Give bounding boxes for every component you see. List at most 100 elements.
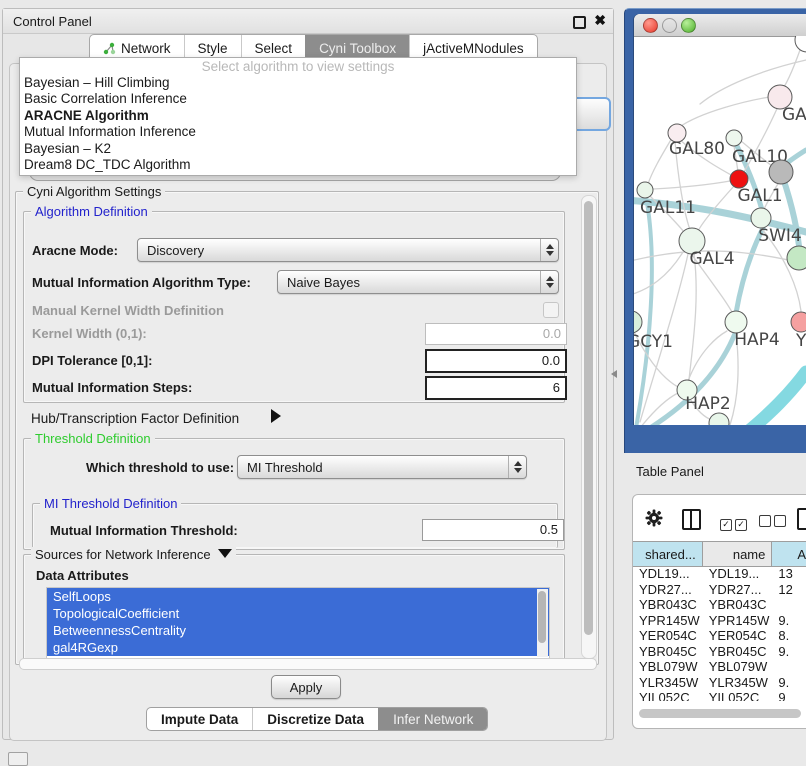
table-cell: YER054C [633,628,703,644]
column-header-2[interactable]: name [703,542,773,566]
node-label: GAL [782,105,806,125]
attribute-item-selected[interactable]: BetweennessCentrality [47,622,549,639]
apply-button[interactable]: Apply [271,675,341,699]
network-edge[interactable] [689,254,696,380]
stepper-icon [540,271,558,293]
column-header-1[interactable]: shared... [633,542,703,566]
attribute-item-selected[interactable]: TopologicalCoefficient [47,605,549,622]
table-cell: YBR043C [633,597,703,613]
data-attributes-list[interactable]: SelfLoops TopologicalCoefficient Between… [46,587,550,659]
close-traffic-light-icon[interactable] [643,18,658,33]
settings-horizontal-scrollbar[interactable] [19,658,597,670]
network-edge[interactable] [750,372,806,425]
network-node-gal11[interactable] [637,182,653,198]
sources-group-title: Sources for Network Inference [31,547,236,562]
settings-vertical-scrollbar[interactable] [581,195,597,659]
manual-kernel-checkbox[interactable] [543,302,559,318]
expand-arrow-icon[interactable] [271,409,281,423]
aracne-mode-combo[interactable]: Discovery [137,238,559,262]
table-horizontal-scrollbar[interactable] [639,709,801,718]
table-cell: 12 [772,582,806,598]
algorithm-option[interactable]: Bayesian – K2 [20,141,576,157]
table-cell: 8. [772,628,806,644]
network-node-swi4[interactable] [751,208,771,228]
network-node[interactable] [787,246,806,270]
algorithm-option[interactable]: Basic Correlation Inference [20,91,576,107]
which-threshold-combo[interactable]: MI Threshold [237,455,527,479]
manual-kernel-label: Manual Kernel Width Definition [32,303,224,318]
table-cell [772,659,806,675]
tab-infer-network[interactable]: Infer Network [378,708,487,730]
algorithm-option-highlighted[interactable]: ARACNE Algorithm [20,108,576,124]
settings-group-title: Cyni Algorithm Settings [23,184,165,199]
column-header-3[interactable]: A [772,542,806,566]
tab-impute-data[interactable]: Impute Data [147,708,252,730]
hub-definition-label: Hub/Transcription Factor Definition [31,411,239,426]
control-panel-titlebar: Control Panel ✖ [3,9,613,34]
close-window-icon[interactable]: ✖ [594,12,606,29]
table-panel-title: Table Panel [636,464,704,479]
network-edge[interactable] [678,96,776,128]
table-cell: YDR27... [703,582,773,598]
table-row[interactable]: YBL079WYBL079W [633,659,806,675]
zoom-traffic-light-icon[interactable] [681,18,696,33]
list-scrollbar[interactable] [537,589,548,657]
node-label: GAL11 [640,198,696,218]
minimize-traffic-light-icon[interactable] [662,18,677,33]
table-cell: YDL19... [633,566,703,582]
desktop: Control Panel ✖ Network Style Select [0,0,806,762]
table-cell: 9. [772,675,806,691]
network-window: GALGAL80GAL10GAL1GAL11SWI4GAL4GCY1HAP4YH… [634,14,806,425]
control-panel-window: Control Panel ✖ Network Style Select [2,8,614,740]
table-row[interactable]: YDR27...YDR27...12 [633,582,806,598]
network-node-gal10[interactable] [726,130,742,146]
dpi-tolerance-field[interactable]: 0.0 [425,349,567,373]
network-node-gcy1[interactable] [634,311,642,333]
algorithm-option[interactable]: Dream8 DC_TDC Algorithm [20,157,576,173]
columns-icon[interactable] [682,509,701,530]
algorithm-dropdown-placeholder: Select algorithm to view settings [20,58,576,75]
select-all-checks-icon[interactable]: ✓✓ [720,514,747,532]
table-row[interactable]: YBR045CYBR045C9. [633,644,806,660]
stepper-icon [508,456,526,478]
attribute-item-selected[interactable]: SelfLoops [47,588,549,605]
mi-steps-label: Mutual Information Steps: [32,380,192,395]
table-cell: YLR345W [703,675,773,691]
node-label: Y [795,331,806,351]
table-row[interactable]: YBR043CYBR043C [633,597,806,613]
mi-type-combo[interactable]: Naive Bayes [277,270,559,294]
gear-icon[interactable] [645,509,663,527]
algorithm-option[interactable]: Bayesian – Hill Climbing [20,75,576,91]
network-canvas[interactable]: GALGAL80GAL10GAL1GAL11SWI4GAL4GCY1HAP4YH… [634,36,806,425]
network-node[interactable] [769,160,793,184]
mi-steps-field[interactable]: 6 [425,376,567,400]
table-row[interactable]: YIL052CYIL052C9 [633,690,806,701]
minimized-panel-icon[interactable] [8,752,28,766]
algorithm-option[interactable]: Mutual Information Inference [20,124,576,140]
network-node-y[interactable] [791,312,806,332]
float-window-icon[interactable] [573,16,586,29]
table-row[interactable]: YER054CYER054C8. [633,628,806,644]
mi-type-label: Mutual Information Algorithm Type: [32,275,251,290]
tab-discretize-data[interactable]: Discretize Data [252,708,378,730]
table-row[interactable]: YLR345WYLR345W9. [633,675,806,691]
table-row[interactable]: YPR145WYPR145W9. [633,613,806,629]
attribute-item-selected[interactable]: gal4RGexp [47,639,549,656]
network-node[interactable] [795,36,806,52]
data-attributes-label: Data Attributes [36,568,129,583]
table-cell: 13 [772,566,806,582]
new-table-icon[interactable] [797,508,806,530]
deselect-all-checks-icon[interactable] [759,514,786,532]
node-label: GAL80 [669,139,725,159]
table-cell: 9 [772,690,806,701]
table-panel: ✓✓ shared...nameA YDL19...YDL19...13YDR2… [632,494,806,729]
network-edge[interactable] [653,181,730,189]
network-node[interactable] [709,413,729,425]
table-cell: YBL079W [703,659,773,675]
table-rows: YDL19...YDL19...13YDR27...YDR27...12YBR0… [633,566,806,701]
node-label: HAP2 [685,394,730,414]
table-row[interactable]: YDL19...YDL19...13 [633,566,806,582]
collapse-arrow-icon[interactable] [218,549,232,558]
network-window-titlebar[interactable] [634,14,806,37]
mi-threshold-field[interactable]: 0.5 [422,519,564,541]
